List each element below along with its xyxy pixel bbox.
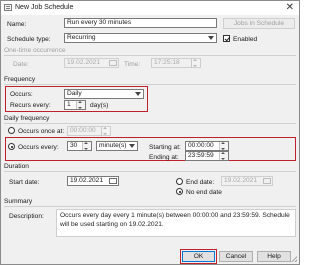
one-time-date-picker[interactable]: 19.02.2021	[64, 58, 119, 68]
spinner-icon[interactable]	[76, 101, 85, 109]
one-time-time-input[interactable]: 17:25:18	[151, 58, 201, 68]
starting-at-value: 00:00:00	[188, 142, 214, 149]
spinner-icon[interactable]	[191, 59, 200, 67]
enabled-checkbox[interactable]	[223, 35, 230, 42]
one-time-time-value: 17:25:18	[154, 59, 180, 66]
recurs-every-value: 1	[67, 101, 71, 108]
no-end-date-label: No end date	[186, 189, 222, 196]
chevron-down-icon	[208, 36, 214, 40]
summary-description: Occurs every day every 1 minute(s) betwe…	[56, 209, 296, 237]
occurs-value: Daily	[67, 90, 82, 97]
starting-at-label: Starting at:	[149, 144, 181, 151]
recurs-unit-label: day(s)	[90, 102, 109, 109]
dialog-window: New Job Schedule ✕ Name: Run every 30 mi…	[0, 0, 300, 265]
ending-at-input[interactable]: 23:59:59	[185, 151, 229, 161]
occurs-select[interactable]: Daily	[64, 89, 144, 99]
spinner-icon[interactable]	[219, 152, 228, 160]
duration-header: Duration	[4, 163, 29, 170]
spinner-icon[interactable]	[82, 142, 91, 150]
ending-at-label: Ending at:	[149, 154, 179, 161]
help-button[interactable]: Help	[257, 251, 291, 262]
end-date-radio[interactable]	[176, 178, 183, 185]
jobs-in-schedule-button[interactable]: Jobs in Schedule	[223, 18, 295, 29]
chevron-down-icon	[135, 92, 141, 96]
description-label: Description:	[9, 213, 44, 220]
summary-header: Summary	[4, 198, 33, 205]
name-input[interactable]: Run every 30 minutes	[64, 18, 217, 28]
schedule-type-value: Recurring	[67, 34, 96, 41]
one-time-date-value: 19.02.2021	[67, 59, 101, 66]
occurs-label: Occurs:	[10, 91, 33, 98]
occurs-every-radio[interactable]	[8, 143, 15, 150]
calendar-icon	[263, 178, 271, 184]
occurs-every-label: Occurs every:	[18, 144, 59, 151]
calendar-icon	[109, 60, 117, 66]
occurs-every-unit-value: minute(s)	[99, 142, 127, 149]
recurs-every-label: Recurs every:	[10, 102, 51, 109]
frequency-header: Frequency	[4, 76, 36, 83]
daily-frequency-divider	[4, 123, 296, 124]
occurs-every-value: 30	[70, 142, 78, 149]
cancel-button[interactable]: Cancel	[219, 251, 253, 262]
occurs-every-input[interactable]: 30	[67, 141, 92, 151]
one-time-header: One-time occurrence	[4, 47, 66, 54]
schedule-type-select[interactable]: Recurring	[64, 33, 217, 43]
duration-divider	[4, 171, 296, 172]
one-time-divider	[4, 55, 296, 56]
one-time-time-label: Time:	[124, 61, 141, 68]
spinner-icon[interactable]	[219, 142, 228, 150]
close-icon[interactable]: ✕	[286, 2, 294, 14]
start-date-value: 19.02.2021	[70, 177, 104, 184]
resize-grip-icon[interactable]	[291, 256, 297, 262]
starting-at-input[interactable]: 00:00:00	[185, 141, 229, 151]
recurs-every-input[interactable]: 1	[64, 100, 86, 110]
title-bar: New Job Schedule ✕	[1, 1, 299, 15]
window-title: New Job Schedule	[15, 4, 74, 11]
name-label: Name:	[7, 21, 27, 28]
enabled-label: Enabled	[233, 36, 258, 43]
start-date-picker[interactable]: 19.02.2021	[67, 176, 119, 186]
window-icon	[4, 4, 12, 11]
start-date-label: Start date:	[9, 179, 40, 186]
chevron-down-icon	[129, 144, 135, 148]
ending-at-value: 23:59:59	[188, 152, 214, 159]
one-time-date-label: Date:	[13, 61, 29, 68]
frequency-divider	[4, 84, 296, 85]
end-date-value: 19.02.2021	[224, 177, 258, 184]
occurs-once-radio[interactable]	[8, 127, 15, 134]
occurs-once-time-input[interactable]: 00:00:00	[67, 126, 111, 136]
summary-divider	[4, 206, 296, 207]
schedule-type-label: Schedule type:	[7, 36, 51, 43]
ok-button[interactable]: OK	[182, 251, 215, 262]
calendar-icon	[109, 178, 117, 184]
no-end-date-radio[interactable]	[176, 188, 183, 195]
end-date-picker[interactable]: 19.02.2021	[221, 176, 273, 186]
occurs-once-time-value: 00:00:00	[70, 127, 96, 134]
end-date-label: End date:	[186, 179, 215, 186]
daily-frequency-header: Daily frequency	[4, 115, 50, 122]
occurs-every-unit-select[interactable]: minute(s)	[96, 141, 138, 151]
spinner-icon[interactable]	[101, 127, 110, 135]
occurs-once-label: Occurs once at:	[18, 128, 65, 135]
